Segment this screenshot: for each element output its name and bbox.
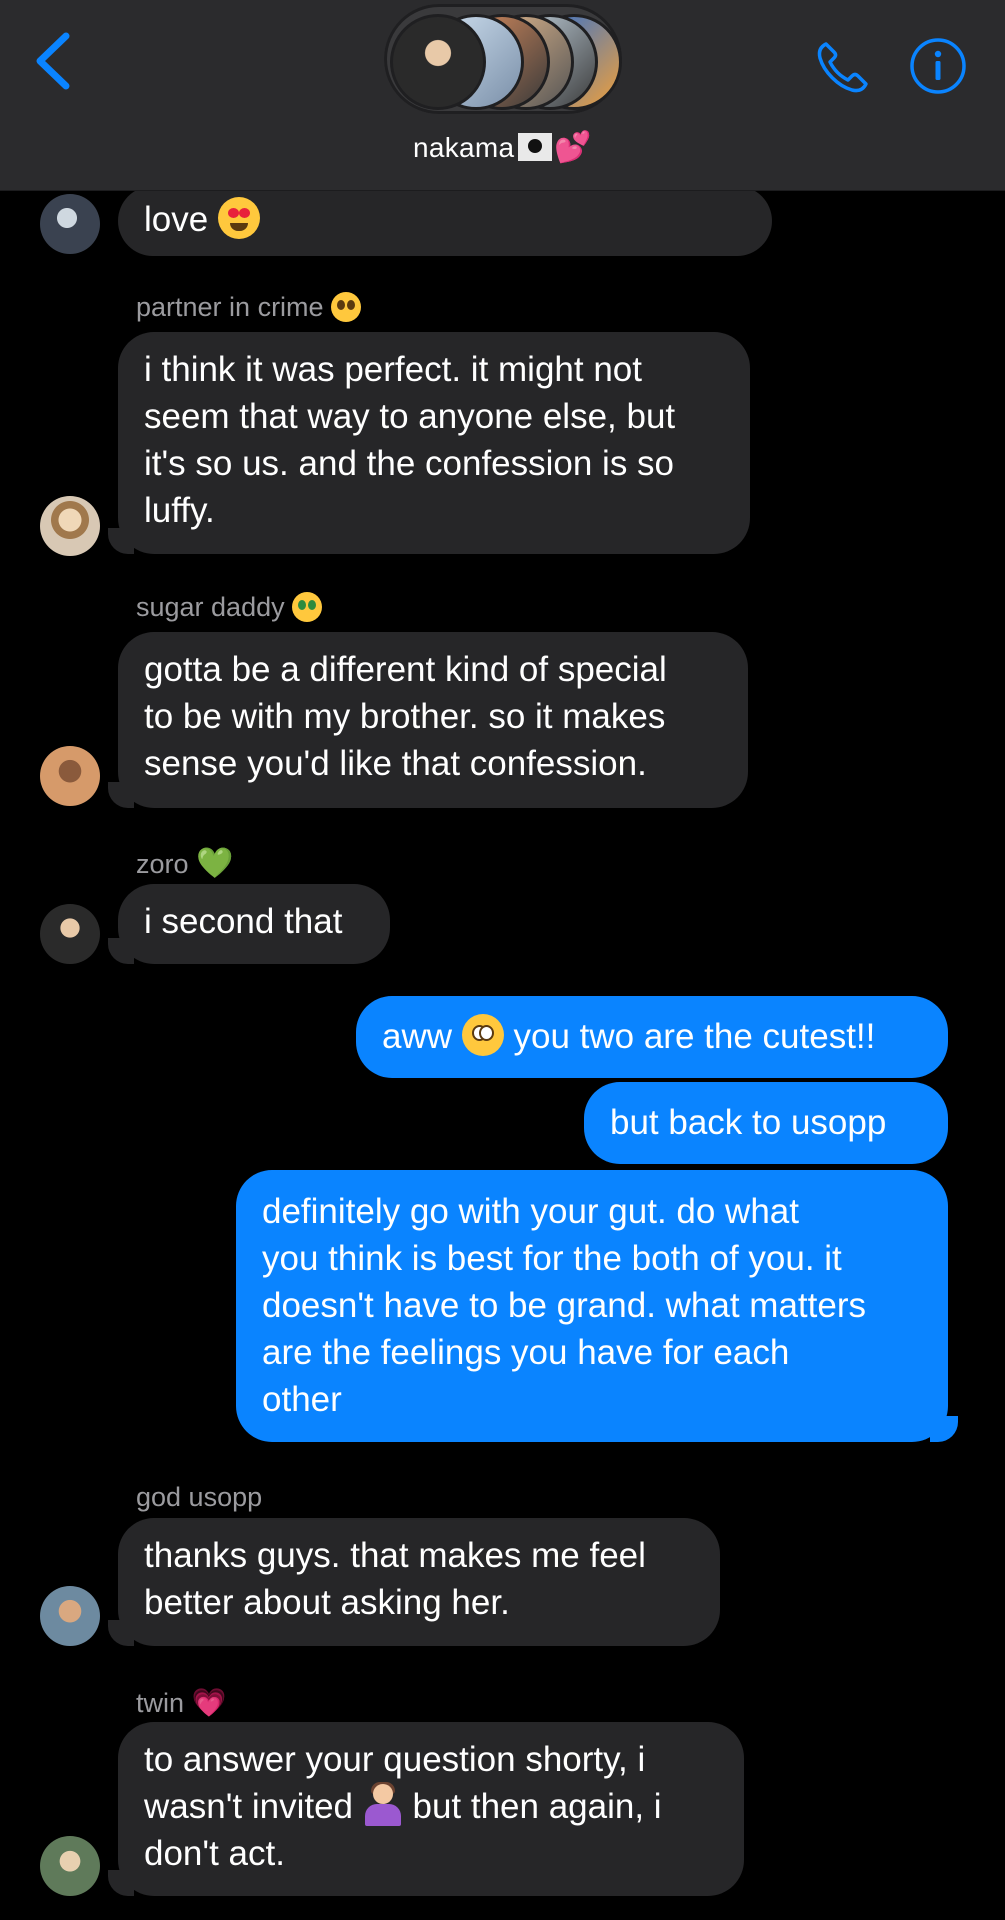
message-text-line: better about asking her. <box>144 1583 510 1622</box>
avatar[interactable] <box>40 746 100 806</box>
avatar[interactable] <box>40 496 100 556</box>
message-text-line: doesn't have to be grand. what matters <box>262 1286 866 1325</box>
sender-name-text: partner in crime <box>136 292 324 322</box>
group-name-text: nakama <box>412 132 515 163</box>
avatar[interactable] <box>40 1836 100 1896</box>
avatar[interactable] <box>40 194 100 254</box>
message-text-line: thanks guys. that makes me feel <box>144 1536 646 1575</box>
message-text-line: to be with my brother. so it makes <box>144 697 666 736</box>
message-text: you two are the cutest!! <box>513 1017 876 1056</box>
pleading-face-emoji-icon <box>461 1014 504 1056</box>
phone-icon[interactable] <box>812 38 872 98</box>
message-text-line: i think it was perfect. it might not <box>144 350 642 389</box>
bubble-tail <box>108 938 134 964</box>
bubble-tail <box>108 782 134 808</box>
message-bubble-incoming[interactable]: i think it was perfect. it might not see… <box>118 332 750 554</box>
message-text: love <box>144 200 209 239</box>
message-bubble-outgoing[interactable]: aww you two are the cutest!! <box>356 996 948 1078</box>
group-member-avatar <box>390 14 486 110</box>
message-text-line: but back to usopp <box>610 1103 887 1142</box>
message-text-line: gotta be a different kind of special <box>144 650 667 689</box>
message-text-line: it's so us. and the confession is so <box>144 444 675 483</box>
info-icon[interactable] <box>908 36 968 96</box>
message-text-line: other <box>262 1380 342 1419</box>
message-bubble-outgoing[interactable]: definitely go with your gut. do what you… <box>236 1170 948 1442</box>
sender-name-text: sugar daddy <box>136 592 285 622</box>
bubble-tail <box>108 528 134 554</box>
sender-name: sugar daddy <box>136 592 323 623</box>
message-bubble-incoming[interactable]: to answer your question shorty, i wasn't… <box>118 1722 744 1896</box>
growing-heart-icon: 💗 <box>191 1687 227 1718</box>
bubble-tail <box>930 1416 958 1442</box>
message-text: aww <box>382 1017 453 1056</box>
message-bubble-incoming[interactable]: gotta be a different kind of special to … <box>118 632 748 808</box>
avatar[interactable] <box>40 1586 100 1646</box>
message-text-line: sense you'd like that confession. <box>144 744 647 783</box>
message-text: but then again, i <box>412 1787 662 1826</box>
message-text-line: definitely go with your gut. do what <box>262 1192 799 1231</box>
heart-eyes-emoji-icon <box>217 197 260 239</box>
sender-name: partner in crime <box>136 292 362 323</box>
sender-name-text: zoro <box>136 849 189 879</box>
bubble-tail <box>108 1620 134 1646</box>
message-bubble-incoming[interactable]: thanks guys. that makes me feel better a… <box>118 1518 720 1646</box>
two-hearts-icon: 💕 <box>554 131 593 164</box>
group-name[interactable]: nakama 💕 <box>0 130 1005 165</box>
avatar[interactable] <box>40 904 100 964</box>
message-bubble-incoming[interactable]: love <box>118 186 772 256</box>
message-bubble-incoming[interactable]: i second that <box>118 884 390 964</box>
bubble-tail <box>108 1870 134 1896</box>
green-heart-icon: 💚 <box>196 847 234 880</box>
sender-name: god usopp <box>136 1482 262 1513</box>
sender-name-text: god usopp <box>136 1482 263 1512</box>
group-avatar-stack[interactable] <box>384 4 622 114</box>
pirate-flag-icon <box>518 133 553 161</box>
sender-name: zoro 💚 <box>136 846 233 881</box>
message-text-line: to answer your question shorty, i <box>144 1740 646 1779</box>
message-text: wasn't invited <box>144 1787 354 1826</box>
message-text-line: seem that way to anyone else, but <box>144 397 676 436</box>
chevron-left-icon[interactable] <box>28 30 78 92</box>
message-text-line: are the feelings you have for each <box>262 1333 790 1372</box>
person-shrugging-emoji-icon <box>363 1782 403 1826</box>
message-text-line: don't act. <box>144 1834 285 1873</box>
conversation-header: nakama 💕 <box>0 0 1005 191</box>
message-text-line: luffy. <box>144 491 215 530</box>
message-bubble-outgoing[interactable]: but back to usopp <box>584 1082 948 1164</box>
sender-name: twin 💗 <box>136 1686 226 1719</box>
message-text-line: i second that <box>144 902 343 941</box>
message-text-line: you think is best for the both of you. i… <box>262 1239 842 1278</box>
heart-eyes-cat-emoji-icon <box>331 292 362 322</box>
money-mouth-emoji-icon <box>292 592 323 622</box>
sender-name-text: twin <box>136 1688 185 1718</box>
